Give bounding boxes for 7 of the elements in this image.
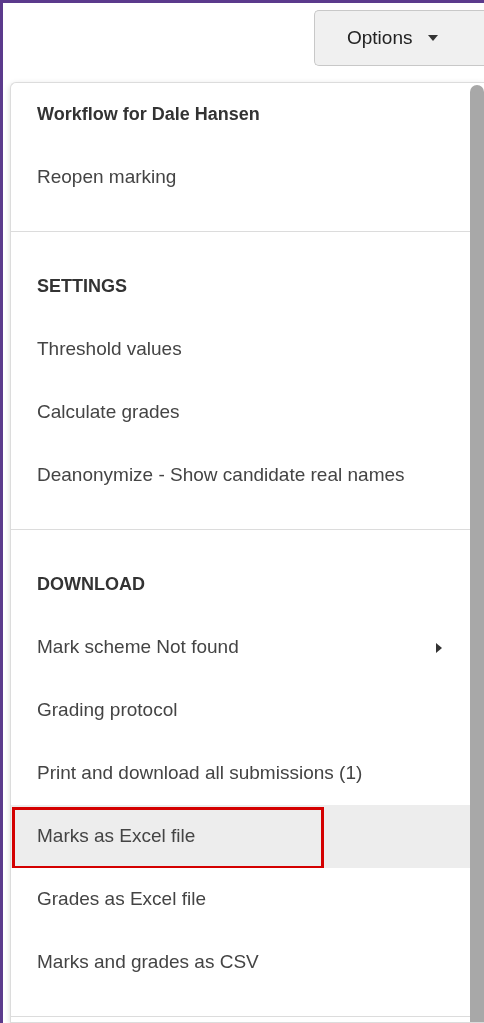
section-heading: DOWNLOAD — [37, 573, 145, 596]
scrollbar[interactable] — [470, 85, 484, 1022]
options-button[interactable]: Options — [314, 10, 484, 66]
section-heading: Workflow for Dale Hansen — [37, 103, 260, 126]
section-heading: SETTINGS — [37, 275, 127, 298]
caret-down-icon — [428, 35, 439, 41]
menu-item[interactable]: Marks as Excel file — [11, 805, 470, 868]
